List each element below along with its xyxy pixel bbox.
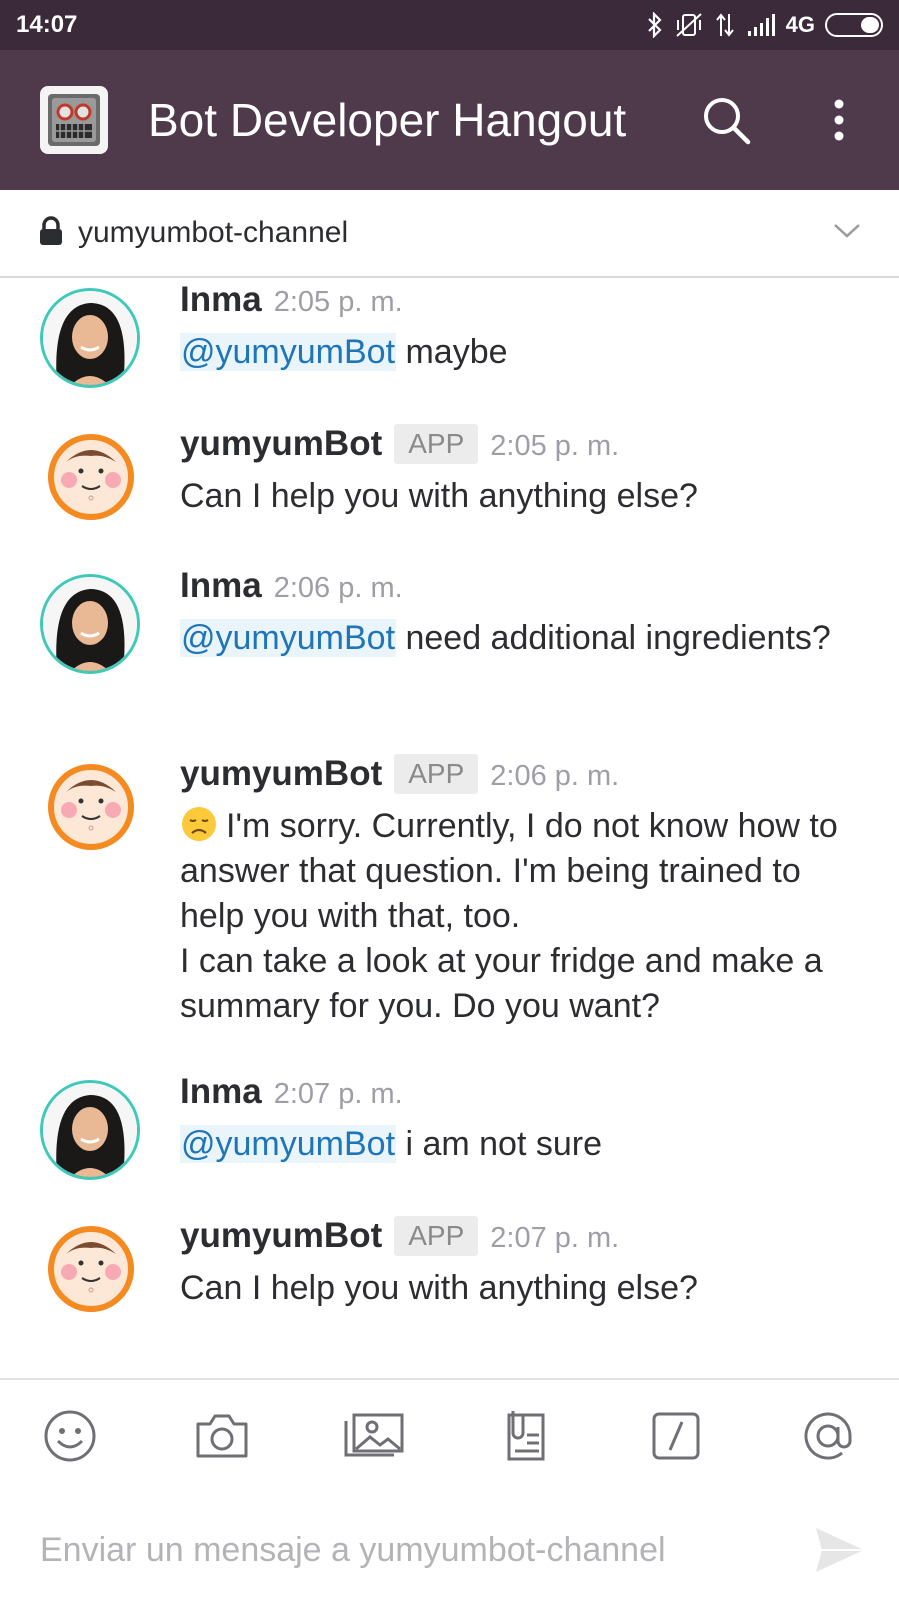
message-content: need additional ingredients?	[396, 619, 831, 657]
bot-avatar[interactable]	[48, 1226, 134, 1312]
emoji-icon[interactable]	[34, 1400, 106, 1472]
timestamp: 2:06 p. m.	[273, 572, 403, 604]
mention-link[interactable]: @yumyumBot	[180, 619, 397, 657]
message-body: yumyumBot APP 2:05 p. m. Can I help you …	[180, 424, 860, 519]
message-content: i am not sure	[396, 1125, 602, 1163]
avatar[interactable]	[40, 288, 140, 388]
bot-avatar[interactable]	[48, 434, 134, 520]
at-mention-icon[interactable]	[792, 1400, 864, 1472]
camera-icon[interactable]	[186, 1400, 258, 1472]
overflow-menu-icon[interactable]	[819, 90, 859, 150]
message-body: Inma 2:07 p. m. @yumyumBot i am not sure	[180, 1072, 860, 1167]
status-icons: 4G	[646, 12, 883, 38]
author-name[interactable]: Inma	[180, 566, 262, 606]
message-content: maybe	[396, 333, 508, 371]
slash-command-icon[interactable]	[640, 1400, 712, 1472]
message-text: Can I help you with anything else?	[180, 477, 698, 515]
message-header: yumyumBot APP 2:07 p. m.	[180, 1216, 860, 1262]
battery-icon	[825, 13, 883, 37]
timestamp: 2:07 p. m.	[273, 1078, 403, 1110]
timestamp: 2:07 p. m.	[490, 1222, 620, 1254]
message-content: I'm sorry. Currently, I do not know how …	[180, 807, 838, 935]
message-header: Inma 2:07 p. m.	[180, 1072, 860, 1118]
app-badge: APP	[394, 1216, 479, 1256]
message-input[interactable]	[40, 1530, 760, 1570]
data-arrows-icon	[714, 12, 736, 38]
message-text: @yumyumBot i am not sure	[180, 1122, 860, 1167]
app-header: Bot Developer Hangout	[0, 50, 899, 190]
message-header: Inma 2:06 p. m.	[180, 566, 860, 612]
app-badge: APP	[394, 754, 479, 794]
image-icon[interactable]	[338, 1400, 410, 1472]
status-bar: 14:07 4G	[0, 0, 899, 50]
channel-bar[interactable]: yumyumbot-channel	[0, 190, 899, 278]
status-time: 14:07	[16, 11, 78, 38]
bluetooth-icon	[646, 12, 664, 38]
message-header: yumyumBot APP 2:05 p. m.	[180, 424, 860, 470]
message-body: Inma 2:06 p. m. @yumyumBot need addition…	[180, 566, 860, 661]
lock-icon	[38, 215, 64, 251]
mention-link[interactable]: @yumyumBot	[180, 333, 397, 371]
author-name[interactable]: Inma	[180, 280, 262, 320]
avatar[interactable]	[40, 574, 140, 674]
author-name[interactable]: yumyumBot	[180, 424, 382, 464]
send-icon[interactable]	[810, 1520, 870, 1580]
message-body: yumyumBot APP 2:07 p. m. Can I help you …	[180, 1216, 860, 1311]
timestamp: 2:06 p. m.	[490, 760, 620, 792]
file-icon[interactable]	[490, 1400, 562, 1472]
author-name[interactable]: yumyumBot	[180, 1216, 382, 1256]
team-name[interactable]: Bot Developer Hangout	[148, 93, 668, 147]
message-body: Inma 2:05 p. m. @yumyumBot maybe	[180, 280, 860, 375]
network-type: 4G	[785, 12, 815, 37]
search-icon[interactable]	[696, 90, 756, 150]
author-name[interactable]: yumyumBot	[180, 754, 382, 794]
avatar[interactable]	[40, 1080, 140, 1180]
timestamp: 2:05 p. m.	[490, 430, 620, 462]
message-text: I'm sorry. Currently, I do not know how …	[180, 804, 860, 1029]
disappointed-face-icon	[180, 805, 218, 843]
message-composer	[0, 1378, 899, 1599]
channel-name: yumyumbot-channel	[78, 216, 349, 249]
composer-toolbar	[0, 1400, 899, 1472]
message-text: @yumyumBot need additional ingredients?	[180, 616, 860, 661]
signal-icon	[746, 13, 776, 37]
robot-icon[interactable]	[40, 86, 108, 154]
message-header: Inma 2:05 p. m.	[180, 280, 860, 326]
message-content: I can take a look at your fridge and mak…	[180, 942, 823, 1025]
message-text: @yumyumBot maybe	[180, 330, 860, 375]
vibrate-off-icon	[674, 12, 704, 38]
chevron-down-icon[interactable]	[833, 223, 861, 244]
bot-avatar[interactable]	[48, 764, 134, 850]
author-name[interactable]: Inma	[180, 1072, 262, 1112]
timestamp: 2:05 p. m.	[273, 286, 403, 318]
message-header: yumyumBot APP 2:06 p. m.	[180, 754, 860, 800]
message-text: Can I help you with anything else?	[180, 1269, 698, 1307]
composer-input-row	[40, 1520, 870, 1580]
message-body: yumyumBot APP 2:06 p. m. I'm sorry. Curr…	[180, 754, 860, 1029]
app-badge: APP	[394, 424, 479, 464]
mention-link[interactable]: @yumyumBot	[180, 1125, 397, 1163]
